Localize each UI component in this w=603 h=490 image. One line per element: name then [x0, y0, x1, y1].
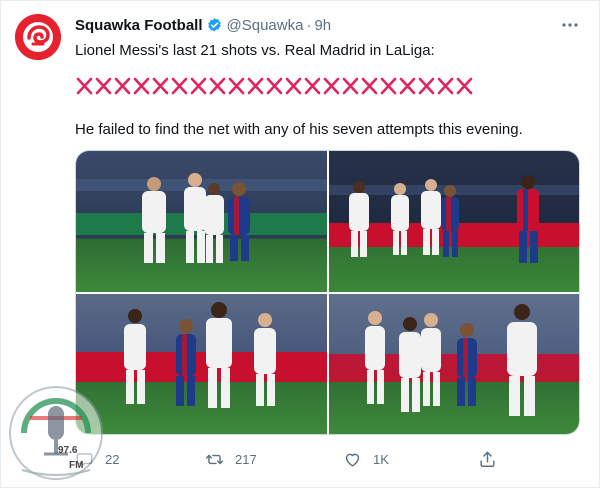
cross-mark-icon — [266, 77, 283, 95]
match-photo[interactable] — [76, 151, 327, 292]
cross-mark-icon — [304, 77, 321, 95]
cross-mark-icon — [95, 77, 112, 95]
cross-mark-icon — [76, 77, 93, 95]
match-photo[interactable] — [329, 151, 579, 292]
cross-mark-icon — [380, 77, 397, 95]
like-button[interactable]: 1K — [343, 448, 389, 470]
retweet-button[interactable]: 217 — [205, 448, 257, 470]
more-icon[interactable] — [560, 15, 580, 35]
tweet-text-line: He failed to find the net with any of hi… — [75, 121, 523, 138]
radio-station-watermark — [4, 378, 116, 488]
tweet-actions: 22 217 1K — [75, 448, 515, 470]
share-button[interactable] — [478, 448, 508, 470]
watermark-band: FM — [69, 460, 84, 471]
cross-mark-icon — [399, 77, 416, 95]
share-icon — [480, 451, 495, 467]
tweet-text-line: Lionel Messi's last 21 shots vs. Real Ma… — [75, 42, 435, 59]
match-photo[interactable] — [329, 294, 579, 434]
cross-mark-icon — [171, 77, 188, 95]
retweet-count: 217 — [235, 451, 257, 467]
cross-mark-icon — [228, 77, 245, 95]
avatar[interactable] — [15, 14, 61, 60]
cross-mark-icon — [285, 77, 302, 95]
author-handle[interactable]: @Squawka — [227, 17, 304, 34]
cross-mark-icon — [437, 77, 454, 95]
cross-mark-icon — [418, 77, 435, 95]
timestamp[interactable]: 9h — [314, 17, 331, 34]
cross-mark-icon — [342, 77, 359, 95]
verified-badge-icon — [206, 17, 223, 34]
watermark-frequency: 97.6 — [58, 445, 78, 456]
cross-mark-row — [75, 77, 474, 95]
cross-mark-icon — [361, 77, 378, 95]
tweet-header: Squawka Football @Squawka · 9h — [75, 15, 331, 35]
cross-mark-icon — [247, 77, 264, 95]
cross-mark-icon — [114, 77, 131, 95]
like-count: 1K — [373, 451, 389, 467]
cross-mark-icon — [190, 77, 207, 95]
cross-mark-icon — [456, 77, 473, 95]
author-name[interactable]: Squawka Football — [75, 17, 203, 34]
cross-mark-icon — [209, 77, 226, 95]
retweet-icon — [205, 454, 224, 464]
heart-icon — [345, 453, 360, 467]
cross-mark-icon — [152, 77, 169, 95]
media-grid — [75, 150, 580, 435]
separator-dot: · — [306, 16, 312, 34]
cross-mark-icon — [133, 77, 150, 95]
cross-mark-icon — [323, 77, 340, 95]
squawka-logo — [15, 14, 61, 60]
